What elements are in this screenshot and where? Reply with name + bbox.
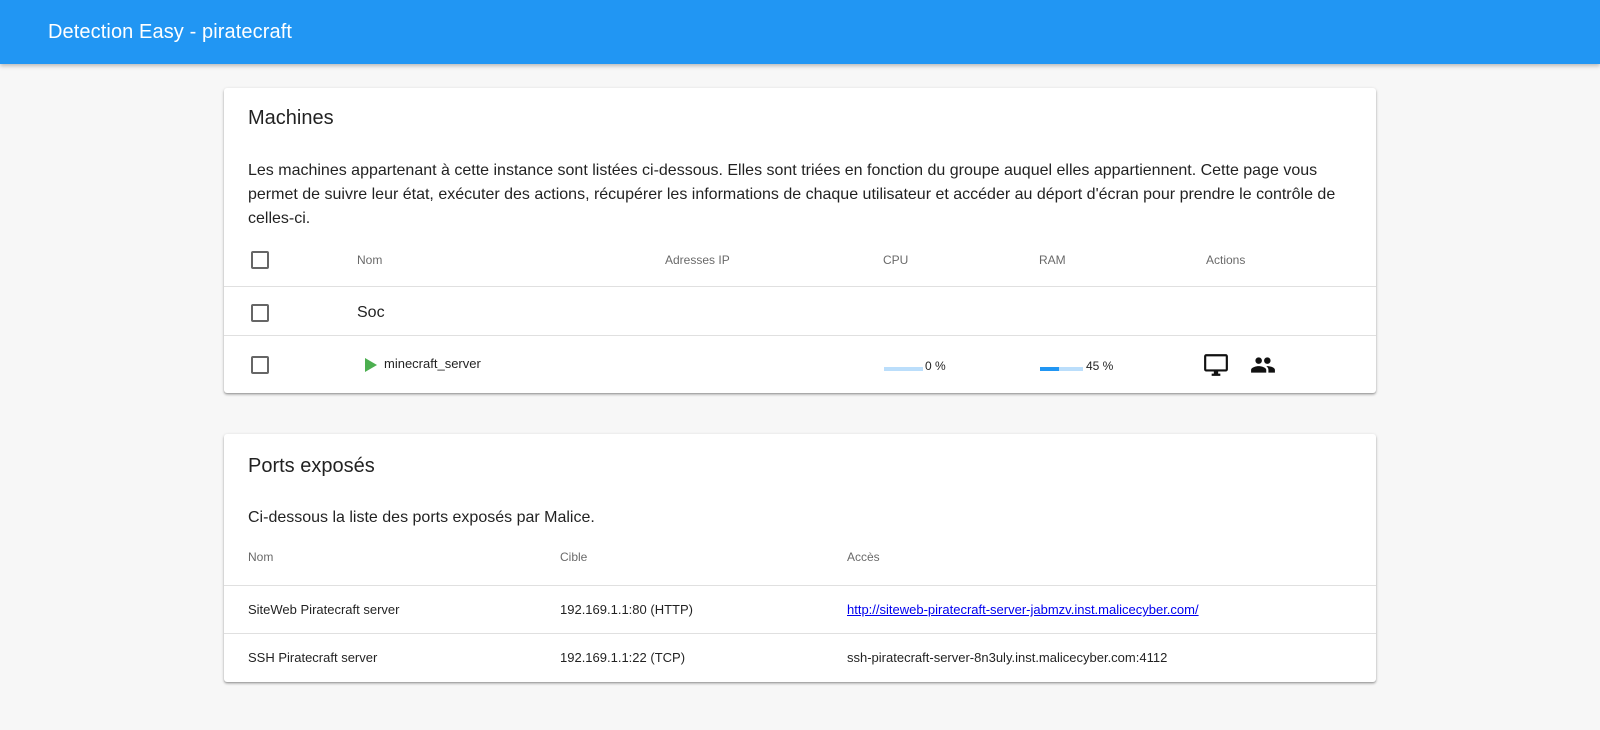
port-access-text: ssh-piratecraft-server-8n3uly.inst.malic… [847,650,1168,665]
port-name: SSH Piratecraft server [248,650,378,665]
users-icon[interactable] [1250,352,1276,378]
machine-name: minecraft_server [384,356,481,371]
machines-title: Machines [248,107,334,129]
port-target: 192.169.1.1:80 (HTTP) [560,602,693,617]
group-name: Soc [357,304,385,321]
column-header-ip[interactable]: Adresses IP [665,253,730,267]
divider [224,585,1376,586]
divider [224,335,1376,336]
divider [224,286,1376,287]
column-header-name: Nom [248,550,274,564]
play-icon[interactable] [365,358,377,372]
group-checkbox[interactable] [251,304,269,322]
ports-title: Ports exposés [248,455,375,477]
app-bar: Detection Easy - piratecraft [0,0,1600,64]
port-access-link[interactable]: http://siteweb-piratecraft-server-jabmzv… [847,602,1199,617]
cpu-value: 0 % [925,359,946,373]
port-target: 192.169.1.1:22 (TCP) [560,650,686,665]
column-header-target: Cible [560,550,588,564]
column-header-name[interactable]: Nom [357,253,382,267]
select-all-checkbox[interactable] [251,251,269,269]
monitor-icon[interactable] [1203,352,1229,378]
ports-description: Ci-dessous la liste des ports exposés pa… [248,509,595,526]
column-header-access: Accès [847,550,880,564]
app-title: Detection Easy - piratecraft [48,20,293,43]
machines-description: Les machines appartenant à cette instanc… [248,162,1336,227]
ports-card: Ports exposés Ci-dessous la liste des po… [224,434,1376,682]
machine-checkbox[interactable] [251,356,269,374]
machines-card: Machines Les machines appartenant à cett… [224,88,1376,393]
column-header-cpu[interactable]: CPU [883,253,908,267]
cpu-progress-bar [884,367,923,371]
port-name: SiteWeb Piratecraft server [248,602,400,617]
ram-progress-bar [1040,367,1083,371]
column-header-ram[interactable]: RAM [1039,253,1066,267]
divider [224,633,1376,634]
ram-value: 45 % [1086,359,1114,373]
column-header-actions: Actions [1206,253,1246,267]
ram-progress-fill [1040,367,1060,371]
